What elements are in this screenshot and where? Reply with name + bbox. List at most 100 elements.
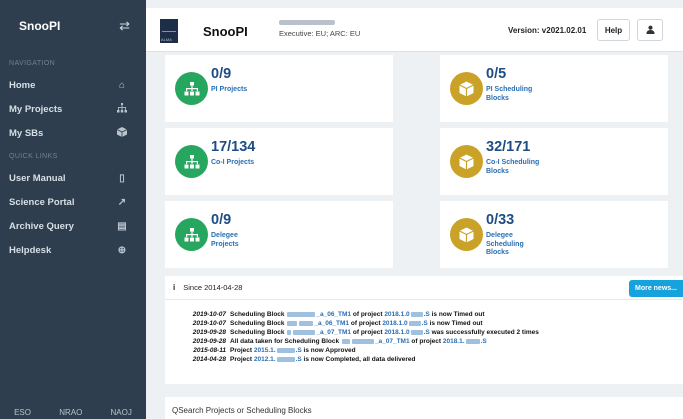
project-link[interactable]: 2018.1.0 .S (384, 310, 429, 319)
news-text: of project (350, 320, 381, 327)
news-date: 2019-09-28 (192, 329, 226, 336)
card-label[interactable]: Delegee Projects (211, 232, 251, 249)
redacted-text (293, 329, 316, 335)
card-pi-scheduling-blocks[interactable]: 0/5 PI Scheduling Blocks (440, 55, 668, 122)
sitemap-icon (184, 154, 199, 168)
card-icon-circle (450, 145, 483, 178)
news-header: i Since 2014-04-28 More news... (165, 276, 683, 300)
redacted-text (276, 347, 295, 353)
card-label[interactable]: Co-I Projects (211, 159, 311, 168)
card-label[interactable]: PI Projects (211, 86, 311, 95)
news-text: Project (230, 356, 253, 363)
sidebar-item-my-projects[interactable]: My Projects (0, 97, 146, 121)
card-icon-circle (450, 72, 483, 105)
cube-icon (459, 227, 474, 242)
card-coi-projects[interactable]: 17/134 Co-I Projects (165, 128, 393, 195)
news-date: 2014-04-28 (192, 356, 226, 363)
card-icon-circle (175, 218, 208, 251)
news-text: is now Approved (303, 347, 356, 354)
sidebar-item-label: My Projects (9, 103, 63, 115)
project-link[interactable]: 2018.1.0 .S (384, 328, 429, 337)
news-text: is now Timed out (431, 311, 485, 318)
sb-link[interactable]: _a_06_TM1 (286, 310, 351, 319)
help-button[interactable]: Help (597, 19, 630, 41)
news-row: 2015-08-11 Project 2015.1. .S is now Appr… (173, 346, 683, 355)
redacted-text (410, 329, 423, 335)
news-date: 2015-08-11 (193, 347, 226, 354)
redacted-text (408, 320, 421, 326)
redacted-text (287, 320, 298, 326)
sidebar-item-my-sbs[interactable]: My SBs (0, 121, 146, 145)
sidebar-footer: ESO NRAO NAOJ (0, 408, 146, 417)
card-delegee-projects[interactable]: 0/9 Delegee Projects (165, 201, 393, 268)
news-text: of project (352, 311, 383, 318)
footer-link-eso[interactable]: ESO (14, 408, 31, 417)
news-text: of project (411, 338, 442, 345)
project-link[interactable]: 2012.1. .S (254, 355, 302, 364)
sb-link[interactable]: _a_07_TM1 (286, 328, 351, 337)
news-text: of project (352, 329, 383, 336)
footer-link-naoj[interactable]: NAOJ (111, 408, 132, 417)
redacted-text (341, 338, 350, 344)
card-icon-circle (175, 72, 208, 105)
alma-logo: ALMA (160, 19, 178, 43)
sitemap-icon (116, 102, 128, 116)
card-count: 17/134 (211, 139, 256, 155)
sidebar-item-user-manual[interactable]: User Manual ▯ (0, 166, 146, 190)
card-label[interactable]: Co-I Scheduling Blocks (486, 159, 561, 176)
card-count: 0/33 (486, 212, 515, 228)
sidebar-item-science-portal[interactable]: Science Portal ↗ (0, 190, 146, 214)
cube-icon (459, 81, 474, 96)
sidebar-item-label: Science Portal (9, 196, 75, 208)
user-button[interactable] (637, 19, 663, 41)
sidebar-item-home[interactable]: Home ⌂ (0, 73, 146, 97)
swap-icon[interactable]: ⇄ (119, 18, 130, 34)
news-text: Scheduling Block (230, 311, 285, 318)
lifebuoy-icon: ⊕ (117, 244, 127, 256)
project-link[interactable]: 2018.1. .S (443, 337, 487, 346)
card-coi-scheduling-blocks[interactable]: 32/171 Co-I Scheduling Blocks (440, 128, 668, 195)
card-label[interactable]: Delegee Scheduling Blocks (486, 232, 526, 258)
sidebar-item-label: User Manual (9, 172, 66, 184)
sidebar: SnooPI ⇄ NAVIGATION Home ⌂ My Projects M… (0, 0, 146, 419)
document-icon: ▯ (119, 172, 125, 184)
search-input[interactable]: QSearch Projects or Scheduling Blocks (165, 397, 683, 419)
news-text: is now Timed out (429, 320, 483, 327)
sidebar-item-helpdesk[interactable]: Helpdesk ⊕ (0, 238, 146, 262)
executive-info: Executive: EU; ARC: EU (279, 29, 361, 38)
footer-link-nrao[interactable]: NRAO (59, 408, 82, 417)
news-panel: i Since 2014-04-28 More news... 2019-10-… (165, 276, 683, 384)
sidebar-item-label: Archive Query (9, 220, 74, 232)
redacted-text (351, 338, 374, 344)
sb-link[interactable]: _a_07_TM1 (341, 337, 410, 346)
external-link-icon: ↗ (117, 196, 127, 208)
sb-link[interactable]: _a_06_TM1 (286, 319, 349, 328)
sidebar-header: SnooPI ⇄ (0, 0, 146, 52)
more-news-button[interactable]: More news... (629, 280, 683, 297)
top-header: ALMA SnooPI Executive: EU; ARC: EU Versi… (146, 8, 683, 52)
card-icon-circle (450, 218, 483, 251)
project-link[interactable]: 2018.1.0 .S (382, 319, 427, 328)
news-text: Scheduling Block (230, 320, 285, 327)
redacted-text (276, 356, 295, 362)
news-text: was successfully executed 2 times (431, 329, 539, 336)
card-pi-projects[interactable]: 0/9 PI Projects (165, 55, 393, 122)
news-text: Scheduling Block (230, 329, 285, 336)
user-name-redacted (279, 20, 335, 25)
news-text: Project (230, 347, 253, 354)
card-count: 0/9 (211, 66, 232, 82)
card-label[interactable]: PI Scheduling Blocks (486, 86, 556, 103)
project-link[interactable]: 2015.1. .S (254, 346, 302, 355)
news-row: 2019-10-07 Scheduling Block _a_06_TM1 of… (173, 310, 683, 319)
news-date: 2019-10-07 (192, 320, 226, 327)
news-row: 2019-09-28 All data taken for Scheduling… (173, 337, 683, 346)
news-since: Since 2014-04-28 (183, 283, 243, 292)
news-text: is now Completed, all data delivered (303, 356, 416, 363)
news-date: 2019-09-28 (192, 338, 226, 345)
sitemap-icon (184, 227, 199, 241)
news-list: 2019-10-07 Scheduling Block _a_06_TM1 of… (165, 300, 683, 364)
card-delegee-scheduling-blocks[interactable]: 0/33 Delegee Scheduling Blocks (440, 201, 668, 268)
sidebar-title: SnooPI (19, 19, 61, 33)
info-icon: i (173, 283, 176, 292)
sidebar-item-archive-query[interactable]: Archive Query ▤ (0, 214, 146, 238)
